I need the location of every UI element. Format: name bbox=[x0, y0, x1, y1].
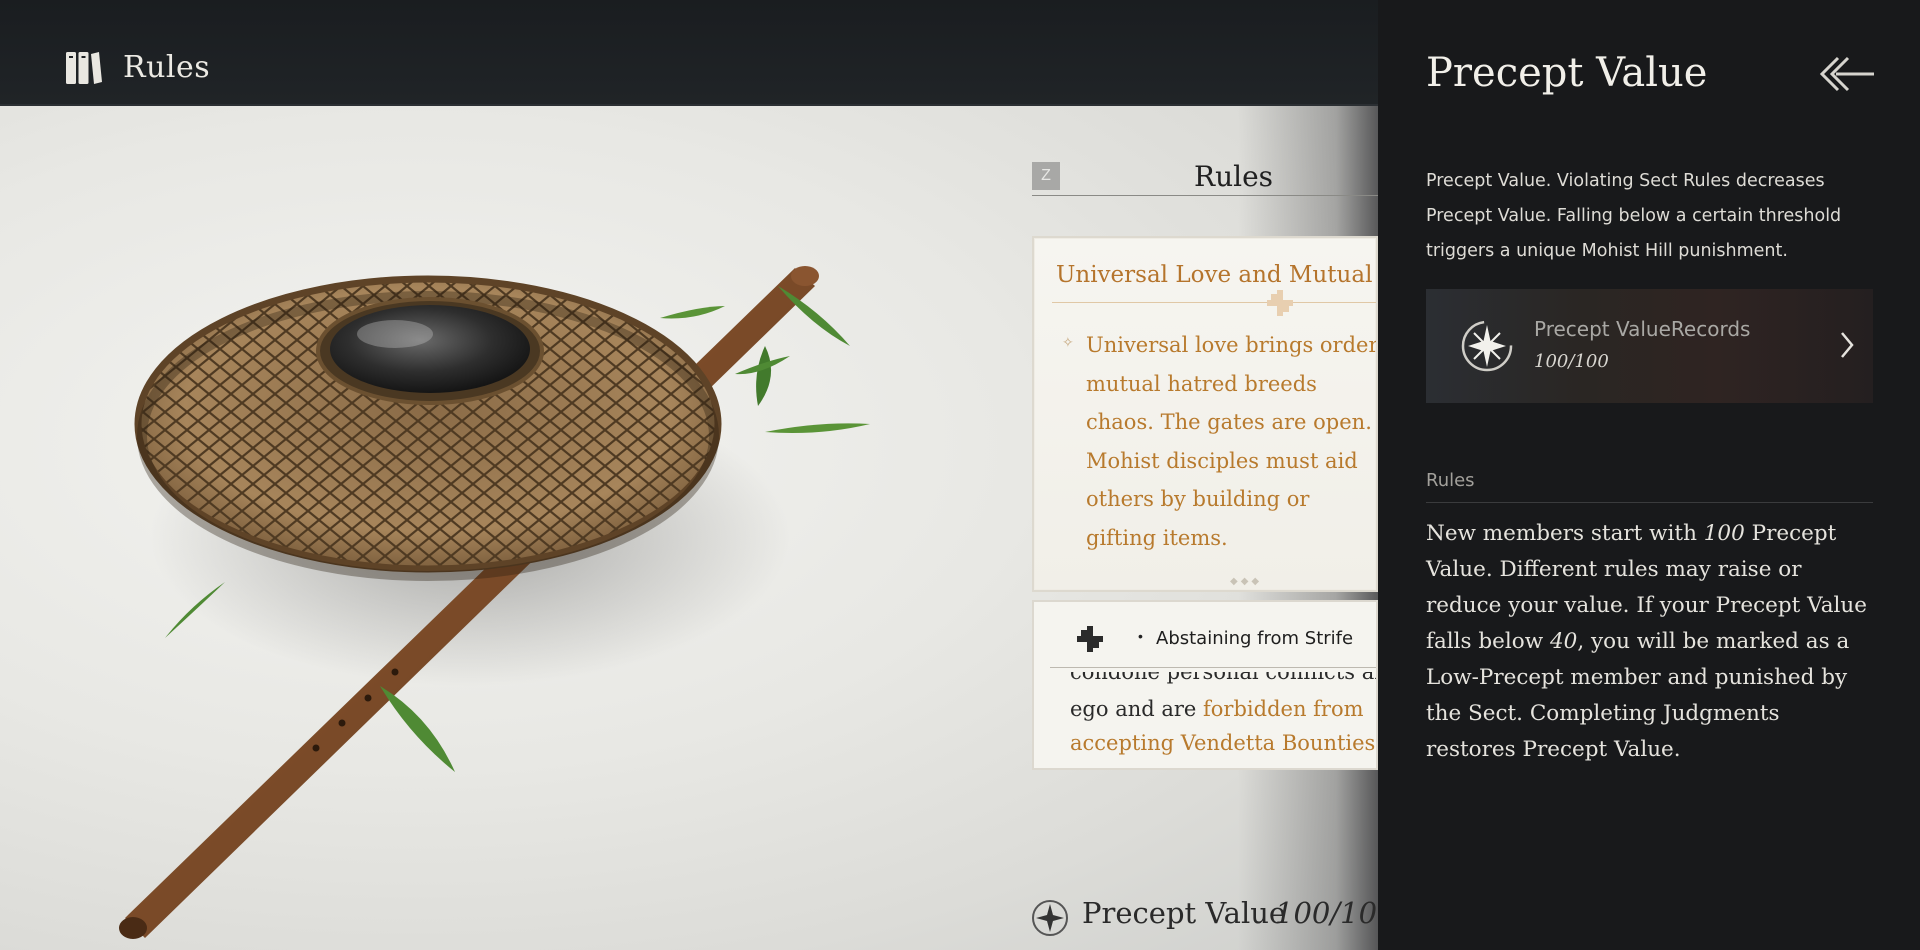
card-ornament: ◆◆◆ bbox=[1230, 576, 1263, 587]
title-divider bbox=[1052, 302, 1376, 303]
double-chevron-left-arrow-icon[interactable] bbox=[1816, 54, 1876, 94]
sect-emblem-icon bbox=[1267, 290, 1293, 316]
rule-card-title: Universal Love and Mutual B bbox=[1056, 262, 1378, 288]
records-value: 100/100 bbox=[1534, 351, 1609, 372]
precept-value-panel: Precept Value Precept Value. Violating S… bbox=[1378, 0, 1920, 950]
rules-description: New members start with 100 Precept Value… bbox=[1426, 516, 1876, 768]
burst-icon bbox=[1461, 320, 1513, 372]
precept-value-label: Precept Value bbox=[1082, 896, 1287, 930]
bullet-dot: • bbox=[1138, 628, 1143, 644]
rules-subheading: Rules bbox=[1426, 470, 1475, 491]
chevron-right-icon bbox=[1841, 332, 1854, 358]
page-title: Rules bbox=[123, 50, 211, 85]
precept-value-records-button[interactable]: Precept ValueRecords 100/100 bbox=[1426, 289, 1873, 403]
rule-card-universal-love[interactable]: Universal Love and Mutual B ✧ Universal … bbox=[1032, 236, 1378, 592]
rules-section-header: Z Rules bbox=[1032, 160, 1378, 196]
top-bar: Rules bbox=[0, 0, 1378, 106]
rule-card-header: • Abstaining from Strife bbox=[1050, 602, 1376, 668]
rule-card-body: ego and are forbidden from accepting Ven… bbox=[1070, 692, 1376, 760]
divider bbox=[1426, 502, 1873, 503]
rules-number-threshold: 40 bbox=[1549, 629, 1578, 654]
rule-card-label: Abstaining from Strife bbox=[1156, 628, 1354, 649]
book-icon bbox=[66, 52, 102, 84]
rule-card-description: Universal love brings order; mutual hatr… bbox=[1086, 333, 1378, 550]
sect-emblem-icon bbox=[1077, 626, 1103, 652]
key-hint-z[interactable]: Z bbox=[1032, 162, 1060, 190]
bullet-diamond-icon: ✧ bbox=[1062, 334, 1074, 350]
records-label: Precept ValueRecords bbox=[1534, 317, 1751, 341]
rules-heading: Rules bbox=[1194, 160, 1274, 193]
rule-card-abstaining-from-strife[interactable]: • Abstaining from Strife condone persona… bbox=[1032, 600, 1378, 770]
burst-icon bbox=[1032, 900, 1068, 936]
rules-number-start: 100 bbox=[1703, 521, 1745, 546]
body-text: ego and are bbox=[1070, 697, 1204, 721]
rules-text-part: New members start with bbox=[1426, 521, 1704, 546]
panel-intro-text: Precept Value. Violating Sect Rules decr… bbox=[1426, 171, 1842, 261]
panel-title: Precept Value bbox=[1426, 50, 1708, 96]
